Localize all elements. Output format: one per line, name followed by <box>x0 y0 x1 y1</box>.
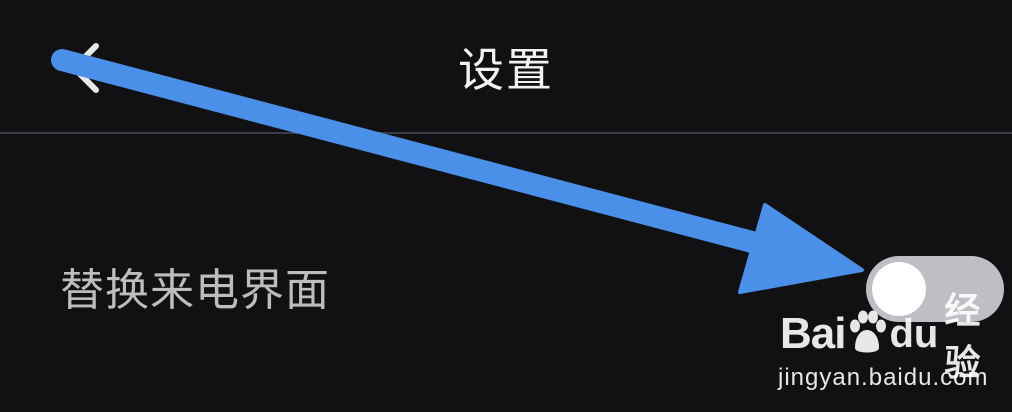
baidu-jingyan-watermark: Bai du 经验 jingyan.baidu.com <box>772 290 1004 400</box>
header-divider <box>0 132 1012 134</box>
header-bar: 设置 <box>0 0 1012 133</box>
watermark-logo: Bai du 经验 <box>780 290 1004 383</box>
page-title: 设置 <box>458 43 554 97</box>
paw-icon <box>847 310 887 359</box>
settings-screen: 设置 替换来电界面 Bai du 经验 jingyan.baidu.com <box>0 0 1012 412</box>
setting-label: 替换来电界面 <box>60 265 330 316</box>
watermark-logo-du: du <box>889 311 939 356</box>
watermark-logo-bai: Bai <box>780 309 846 358</box>
watermark-url: jingyan.baidu.com <box>778 364 989 391</box>
